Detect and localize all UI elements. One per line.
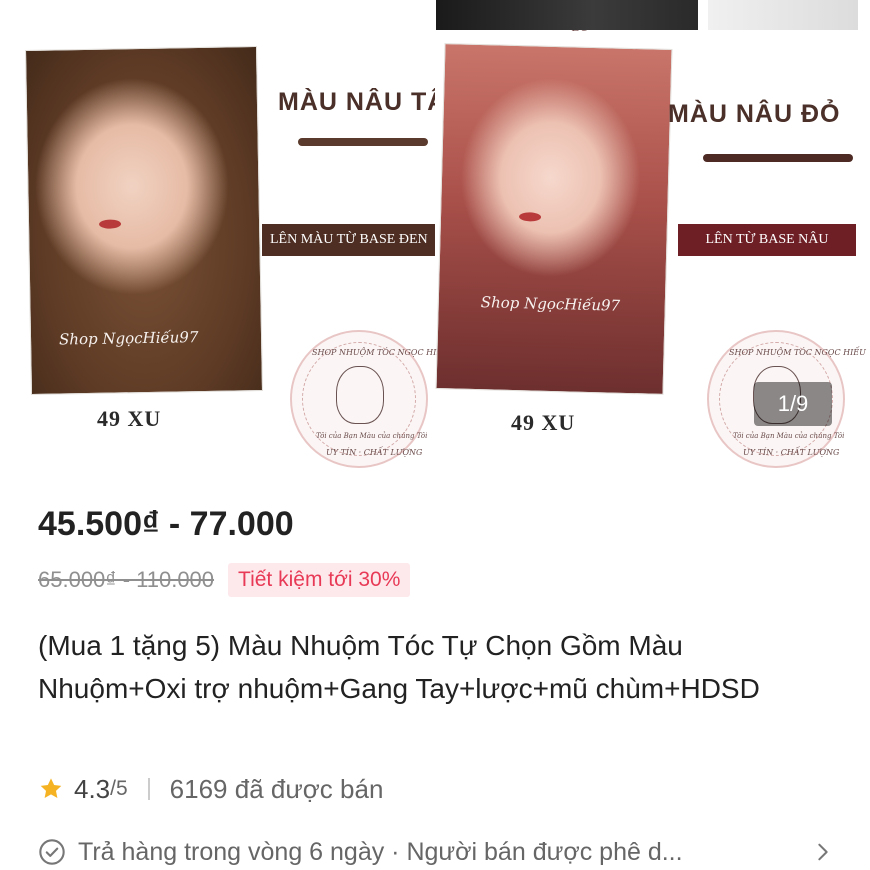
shop-watermark: Shop NgọcHiếu97 <box>58 328 199 349</box>
chevron-right-icon[interactable] <box>812 840 834 864</box>
image-counter: 1/9 <box>754 382 832 426</box>
previous-image-photo-edge <box>436 0 698 30</box>
base-banner: LÊN MÀU TỪ BASE ĐEN <box>262 224 435 256</box>
saving-badge: Tiết kiệm tới 30% <box>228 563 411 597</box>
product-image-gallery[interactable]: TÍN · CHẤT LƯ Shop NgọcHiếu97 49 XU MÀU … <box>0 0 870 482</box>
product-title: (Mua 1 tặng 5) Màu Nhuộm Tóc Tự Chọn Gồm… <box>38 630 760 704</box>
check-circle-icon <box>39 839 65 865</box>
sold-count: 6169 đã được bán <box>169 773 384 804</box>
rating-value: 4.3 <box>74 773 111 804</box>
rating-max: /5 <box>110 777 128 800</box>
model-photo-red-brown: Shop NgọcHiếu97 <box>435 43 673 395</box>
previous-image-edge: TÍN · CHẤT LƯ <box>255 0 660 34</box>
seal-portrait-icon <box>336 366 384 424</box>
xu-price-label: 49 XU <box>511 410 576 435</box>
return-policy-text: Trả hàng trong vòng 6 ngày · Người bán đ… <box>78 837 683 866</box>
price-details: 65.000₫ - 110.000 Tiết kiệm tới 30% <box>38 563 411 597</box>
model-photo-brown: Shop NgọcHiếu97 <box>25 46 263 395</box>
rating-row[interactable]: 4.3 /5 6169 đã được bán <box>38 771 383 807</box>
color-card-brown: Shop NgọcHiếu97 49 XU MÀU NÂU TÂY LÊN MÀ… <box>0 38 449 478</box>
divider <box>147 778 150 800</box>
price-range: 45.500₫ - 77.000 <box>38 505 294 543</box>
color-title: MÀU NÂU ĐỎ <box>668 100 841 128</box>
previous-image-photo-edge-2 <box>708 0 858 30</box>
brush-stroke <box>703 154 853 162</box>
color-title: MÀU NÂU TÂY <box>278 88 435 116</box>
brush-stroke <box>298 138 428 146</box>
original-price: 65.000₫ - 110.000 <box>38 567 215 592</box>
xu-price-label: 49 XU <box>97 406 162 431</box>
shop-seal: SHOP NHUỘM TÓC NGỌC HIẾU Tôi của Bạn Màu… <box>290 330 449 468</box>
base-banner: LÊN TỪ BASE NÂU <box>678 224 856 256</box>
lips <box>518 212 542 222</box>
return-policy-row[interactable]: Trả hàng trong vòng 6 ngày · Người bán đ… <box>38 834 838 870</box>
shop-watermark: Shop NgọcHiếu97 <box>480 293 621 315</box>
star-icon <box>40 778 62 798</box>
